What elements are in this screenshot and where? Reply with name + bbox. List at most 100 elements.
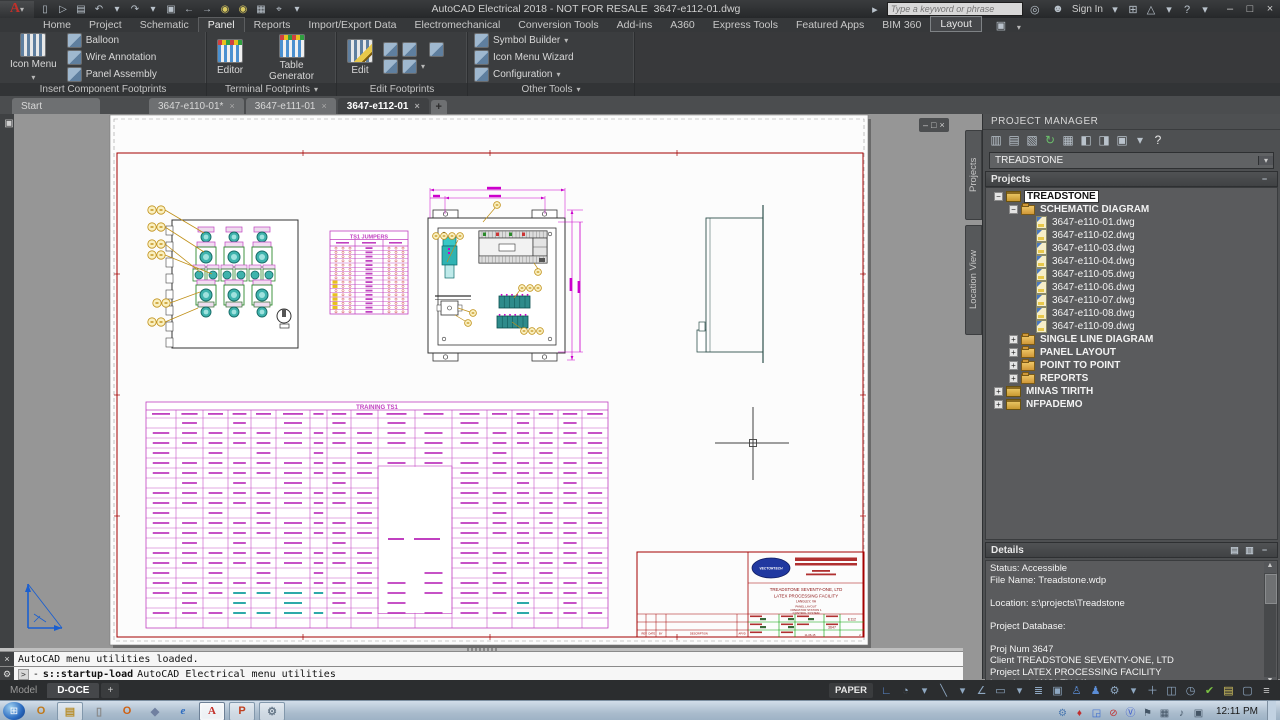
tab-project[interactable]: Project	[80, 18, 131, 32]
tab-bim-360[interactable]: BIM 360	[873, 18, 930, 32]
open-file-icon[interactable]: ▷	[54, 4, 72, 15]
tab-reports[interactable]: Reports	[245, 18, 300, 32]
alert-dropdown-icon[interactable]: ▾	[1160, 3, 1178, 16]
expand-icon[interactable]: +	[994, 400, 1003, 409]
annotation-monitor-icon[interactable]: ＋	[1143, 682, 1162, 698]
details-view-icon[interactable]: ▤	[1227, 545, 1242, 556]
file-tab-3647-e111-01[interactable]: 3647-e111-01 ×	[245, 98, 336, 114]
palette-tab-location-view[interactable]: Location View	[965, 225, 982, 335]
paper-space-button[interactable]: PAPER	[828, 682, 873, 698]
workspace-dropdown-icon[interactable]: ▾	[1124, 684, 1143, 697]
tray-action-center-icon[interactable]: ⚑	[1139, 708, 1156, 719]
sign-in-button[interactable]: Sign In	[1072, 4, 1103, 15]
move-footprint-icon[interactable]	[383, 41, 398, 57]
file-tab-3647-e110-01[interactable]: 3647-e110-01* ×	[149, 98, 244, 114]
balloon-button[interactable]: Balloon	[66, 33, 157, 48]
forward-icon[interactable]: →	[198, 4, 216, 15]
tree-item-schematic-diagram[interactable]: − SCHEMATIC DIAGRAM	[986, 202, 1277, 216]
tree-item-3647-e110-01-dwg[interactable]: 3647-e110-01.dwg	[986, 216, 1277, 229]
tab-layout[interactable]: Layout	[930, 16, 982, 32]
task-list-icon[interactable]: ▦	[1059, 133, 1077, 147]
scroll-up-icon[interactable]: ▲	[1264, 562, 1276, 573]
tree-item-panel-layout[interactable]: + PANEL LAYOUT	[986, 345, 1277, 359]
tab-electromechanical[interactable]: Electromechanical	[405, 18, 509, 32]
settings-icon[interactable]: ▣	[1113, 133, 1131, 147]
annotation-visibility-icon[interactable]: ♙	[1067, 684, 1086, 697]
drawing-new-icon[interactable]: ▧	[1023, 133, 1041, 147]
print-icon[interactable]: ▣	[162, 4, 180, 15]
close-icon[interactable]: ×	[322, 101, 327, 111]
taskbar-ie[interactable]: e	[171, 703, 195, 720]
icon-menu-wizard-button[interactable]: Icon Menu Wizard	[474, 50, 574, 65]
help-icon[interactable]: ?	[1178, 4, 1196, 16]
isodraft-icon[interactable]: ∠	[972, 684, 991, 697]
new-file-icon[interactable]: ▯	[36, 4, 54, 15]
tree-item-nfpademo[interactable]: + NFPADEMO	[986, 398, 1277, 411]
layer-box-icon[interactable]: ▦	[252, 4, 270, 15]
palette-tab-projects[interactable]: Projects	[965, 130, 982, 220]
tab-conversion-tools[interactable]: Conversion Tools	[509, 18, 607, 32]
tree-item-3647-e110-03-dwg[interactable]: 3647-e110-03.dwg	[986, 242, 1277, 255]
tree-item-3647-e110-07-dwg[interactable]: 3647-e110-07.dwg	[986, 294, 1277, 307]
tree-item-3647-e110-04-dwg[interactable]: 3647-e110-04.dwg	[986, 255, 1277, 268]
taskbar-notes[interactable]: ▯	[87, 703, 111, 720]
back-icon[interactable]: ←	[180, 4, 198, 15]
redo-icon[interactable]: ↷	[126, 4, 144, 15]
tree-item-3647-e110-09-dwg[interactable]: 3647-e110-09.dwg	[986, 320, 1277, 333]
bulb-icon[interactable]: ◉	[216, 4, 234, 15]
expand-icon[interactable]: +	[1009, 374, 1018, 383]
alert-icon[interactable]: △	[1142, 3, 1160, 16]
selection-cycling-icon[interactable]: ▣	[1048, 684, 1067, 697]
wd-toggle-icon[interactable]: ⌖	[270, 4, 288, 15]
help-icon[interactable]: ?	[1149, 133, 1167, 147]
tab-a360[interactable]: A360	[661, 18, 704, 32]
swap-footprint-button[interactable]: ▾	[402, 58, 425, 74]
taskbar-powerpoint[interactable]: P	[229, 701, 255, 720]
ribbon-display-icon[interactable]: ▣	[992, 19, 1010, 32]
tray-settings-icon[interactable]: ⚙	[1054, 708, 1071, 719]
close-command-icon[interactable]: ×	[0, 652, 14, 666]
search-input[interactable]	[886, 2, 1023, 16]
expand-icon[interactable]: +	[1009, 348, 1018, 357]
wire-annotation-button[interactable]: Wire Annotation	[66, 50, 157, 65]
signin-dropdown-icon[interactable]: ▾	[1106, 3, 1124, 16]
tray-display-icon[interactable]: ▣	[1190, 708, 1207, 719]
drawing-canvas[interactable]: TS1 JUMPERS TRAINING TS1 VECTORTECH TREA…	[14, 114, 982, 648]
terminal-editor-button[interactable]: Editor	[213, 38, 247, 77]
panel-title-terminal-footprints[interactable]: Terminal Footprints ▾	[207, 83, 337, 96]
polar-tracking-icon[interactable]: ◔	[896, 685, 915, 697]
close-icon[interactable]: ×	[229, 101, 234, 111]
tray-backup-icon[interactable]: ◲	[1088, 708, 1105, 719]
polar-dropdown-icon[interactable]: ▾	[915, 684, 934, 697]
taskbar-outlook[interactable]: O	[29, 703, 53, 720]
taskbar-autocad[interactable]: A	[199, 701, 225, 720]
tree-item-3647-e110-08-dwg[interactable]: 3647-e110-08.dwg	[986, 307, 1277, 320]
plot-ok-icon[interactable]: ✔	[1200, 684, 1219, 697]
tree-item-minas-tirith[interactable]: + MINAS TIRITH	[986, 385, 1277, 398]
ortho-icon[interactable]: ∟	[877, 685, 896, 697]
annotation-autoscale-icon[interactable]: ♟	[1086, 684, 1105, 697]
clean-screen-icon[interactable]: ▢	[1238, 684, 1257, 697]
layout-tab-model[interactable]: Model	[0, 683, 47, 698]
qat-dropdown-icon[interactable]: ▾	[288, 4, 306, 15]
tab-add-ins[interactable]: Add-ins	[608, 18, 662, 32]
file-tab-3647-e112-01[interactable]: 3647-e112-01 ×	[337, 98, 429, 114]
expand-icon[interactable]: +	[1009, 335, 1018, 344]
osnap-tracking-icon[interactable]: ╲	[934, 684, 953, 697]
details-scrollbar[interactable]: ▲ ▼	[1264, 562, 1277, 688]
dynamic-input-icon[interactable]: ▭	[991, 684, 1010, 697]
tab-express-tools[interactable]: Express Tools	[704, 18, 787, 32]
tree-item-3647-e110-06-dwg[interactable]: 3647-e110-06.dwg	[986, 281, 1277, 294]
active-project-dropdown[interactable]: TREADSTONE ▾	[989, 152, 1274, 169]
redo-dropdown-icon[interactable]: ▾	[144, 4, 162, 15]
tab-schematic[interactable]: Schematic	[131, 18, 198, 32]
customize-command-icon[interactable]: ⚙	[0, 667, 14, 681]
panel-title-other-tools[interactable]: Other Tools ▾	[468, 83, 635, 96]
search-expand-icon[interactable]: ▸	[866, 3, 884, 16]
customization-menu-icon[interactable]: ≡	[1257, 685, 1276, 697]
lineweight-icon[interactable]: ≣	[1029, 684, 1048, 697]
minimize-button[interactable]: –	[1220, 3, 1240, 15]
show-desktop-button[interactable]	[1267, 701, 1276, 720]
tree-item-treadstone[interactable]: − TREADSTONE	[986, 190, 1277, 203]
tree-item-single-line-diagram[interactable]: + SINGLE LINE DIAGRAM	[986, 332, 1277, 346]
